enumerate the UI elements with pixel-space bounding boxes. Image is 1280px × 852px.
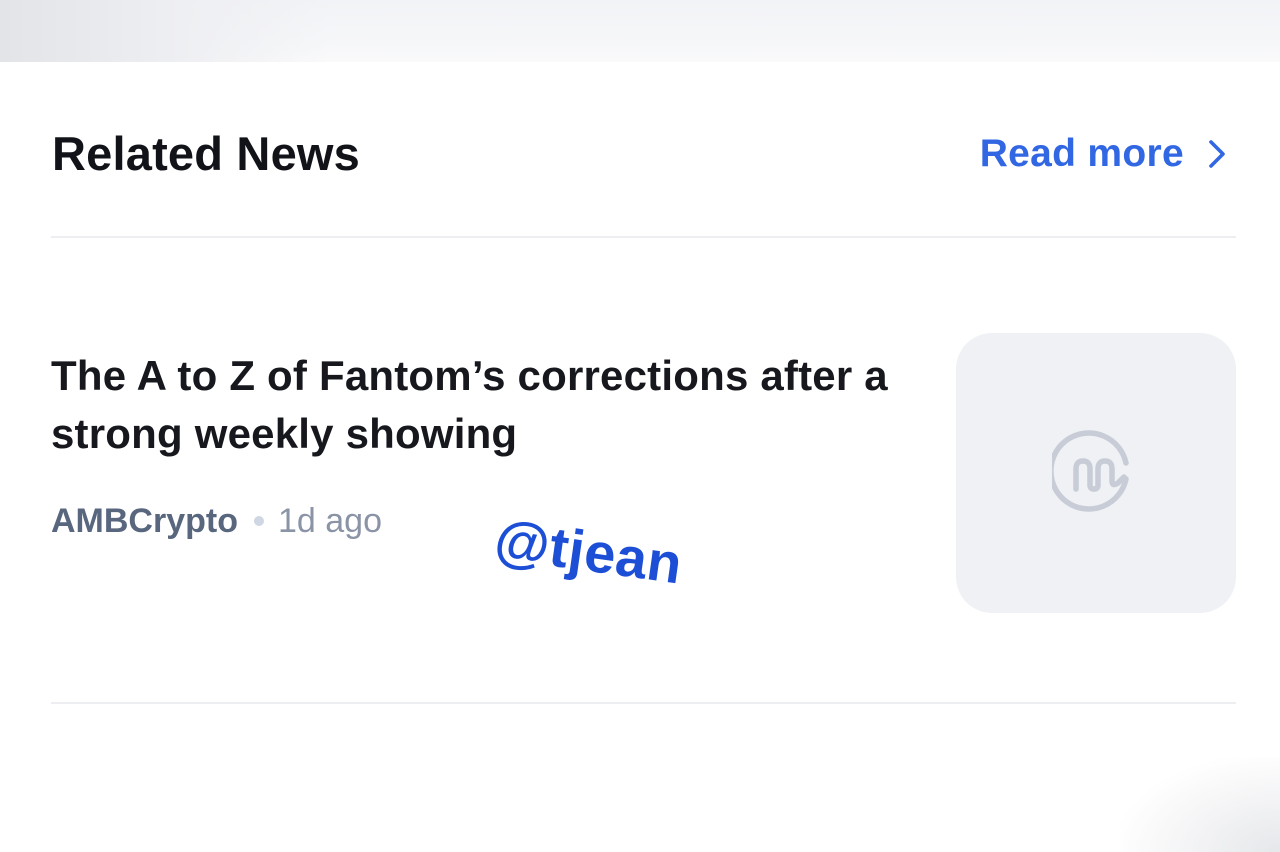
top-shadow bbox=[0, 0, 330, 62]
chevron-right-icon bbox=[1209, 140, 1225, 168]
separator-dot bbox=[253, 516, 264, 526]
coinmarketcap-logo-icon bbox=[1052, 430, 1129, 512]
read-more-link[interactable]: Read more bbox=[980, 129, 1228, 179]
section-title: Related News bbox=[52, 127, 361, 180]
article-source: AMBCrypto bbox=[51, 502, 238, 540]
footer-divider bbox=[51, 702, 1236, 704]
article-time: 1d ago bbox=[277, 502, 382, 540]
article-meta: AMBCrypto 1d ago bbox=[51, 499, 382, 543]
top-bar bbox=[0, 0, 1280, 62]
article-headline[interactable]: The A to Z of Fantom’s corrections after… bbox=[51, 347, 891, 463]
bottom-shadow bbox=[1120, 757, 1280, 852]
read-more-label: Read more bbox=[979, 132, 1184, 175]
article-thumbnail[interactable] bbox=[956, 333, 1236, 613]
header-divider bbox=[51, 236, 1236, 238]
